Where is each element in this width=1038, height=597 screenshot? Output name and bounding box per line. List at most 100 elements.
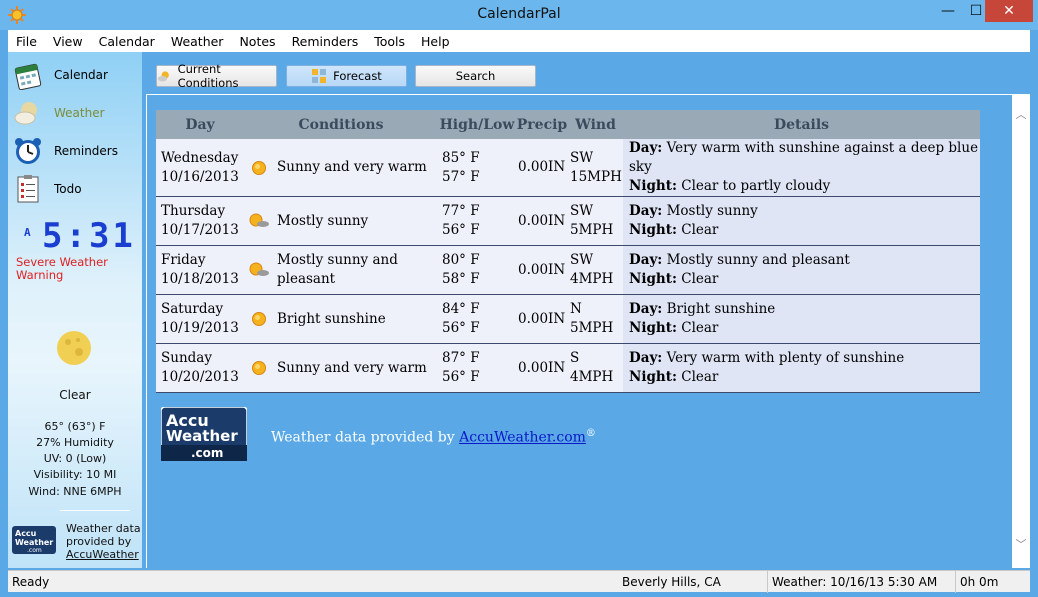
day-label: Day:: [629, 301, 663, 317]
cell-conditions: Mostly sunny and pleasant: [274, 245, 438, 295]
low-temp: 58° F: [442, 271, 480, 287]
header-conditions: Conditions: [244, 110, 438, 139]
sunny-icon: [244, 294, 274, 344]
clock-time: 5:31: [42, 216, 136, 256]
logo-text: .com: [191, 446, 223, 460]
partly-sunny-icon: [244, 245, 274, 295]
table-row: Saturday 10/19/2013 Bright sunshine 84° F 56…: [156, 294, 980, 344]
cell-conditions: Sunny and very warm: [274, 343, 438, 393]
toolbar: Current Conditions Forecast Search: [146, 52, 1030, 92]
cell-highlow: 85° F 57° F: [438, 139, 516, 197]
scroll-up-icon[interactable]: ︿: [1012, 106, 1030, 122]
day-date: 10/18/2013: [161, 271, 239, 287]
credit-line: Weather data: [66, 522, 141, 535]
menu-weather[interactable]: Weather: [163, 34, 232, 49]
scroll-down-icon[interactable]: ﹀: [1012, 536, 1030, 552]
sidebar-item-label: Todo: [54, 182, 82, 196]
status-ready: Ready: [12, 575, 50, 589]
day-name: Wednesday: [161, 149, 239, 166]
cell-highlow: 87° F 56° F: [438, 343, 516, 393]
cell-day: Friday 10/18/2013: [156, 245, 244, 295]
day-date: 10/17/2013: [161, 222, 239, 238]
night-label: Night:: [629, 320, 677, 336]
high-temp: 84° F: [442, 301, 480, 317]
menu-help[interactable]: Help: [413, 34, 458, 49]
day-name: Friday: [161, 252, 206, 268]
minimize-button[interactable]: —: [934, 0, 962, 22]
sidebar-item-calendar[interactable]: Calendar: [12, 58, 138, 92]
header-details: Details: [623, 110, 980, 139]
day-date: 10/19/2013: [161, 320, 239, 336]
current-humidity: 27% Humidity: [36, 436, 114, 449]
forecast-button[interactable]: Forecast: [286, 65, 407, 87]
sidebar-item-todo[interactable]: Todo: [12, 172, 138, 206]
menu-calendar[interactable]: Calendar: [91, 34, 163, 49]
cell-highlow: 80° F 58° F: [438, 245, 516, 295]
current-visibility: Visibility: 10 MI: [33, 468, 117, 481]
header-precip: Precip: [516, 110, 568, 139]
accuweather-link[interactable]: AccuWeather: [66, 548, 142, 561]
sidebar-item-reminders[interactable]: Reminders: [12, 134, 138, 168]
table-row: Sunday 10/20/2013 Sunny and very warm 87° F…: [156, 343, 980, 393]
wind-direction: S: [570, 350, 580, 366]
day-name: Thursday: [161, 203, 226, 219]
sidebar-item-label: Calendar: [54, 68, 108, 82]
sidebar-credit: Weather data provided by AccuWeather: [66, 522, 142, 561]
cell-day: Saturday 10/19/2013: [156, 294, 244, 344]
day-name: Saturday: [161, 301, 224, 317]
cell-day: Sunday 10/20/2013: [156, 343, 244, 393]
status-location: Beverly Hills, CA: [618, 571, 768, 593]
high-temp: 77° F: [442, 203, 480, 219]
sidebar-item-weather[interactable]: Weather: [12, 96, 138, 130]
low-temp: 56° F: [442, 320, 480, 336]
cell-details: Day: Bright sunshine Night: Clear: [623, 294, 980, 344]
cell-wind: SW 4MPH: [568, 245, 623, 295]
forecast-table: Day Conditions High/Low Precip Wind Deta…: [156, 110, 980, 393]
day-detail: Mostly sunny and pleasant: [666, 252, 850, 268]
wind-direction: SW: [570, 252, 594, 268]
day-detail: Mostly sunny: [666, 203, 758, 219]
vertical-scrollbar[interactable]: ︿ ﹀: [1012, 94, 1030, 568]
wind-speed: 5MPH: [570, 222, 614, 238]
day-detail: Bright sunshine: [666, 301, 776, 317]
cell-wind: S 4MPH: [568, 343, 623, 393]
cell-highlow: 84° F 56° F: [438, 294, 516, 344]
night-detail: Clear: [681, 320, 719, 336]
logo-text: Weather: [166, 427, 238, 445]
forecast-grid-icon: [312, 69, 327, 83]
cell-day: Wednesday 10/16/2013: [156, 139, 244, 197]
cell-conditions: Bright sunshine: [274, 294, 438, 344]
table-row: Wednesday 10/16/2013 Sunny and very warm 85…: [156, 139, 980, 197]
title-bar: CalendarPal — ☐ ✕: [0, 0, 1038, 30]
close-button[interactable]: ✕: [985, 0, 1033, 22]
cell-precip: 0.00IN: [516, 196, 568, 246]
menu-file[interactable]: File: [8, 34, 45, 49]
day-label: Day:: [629, 252, 663, 268]
search-button[interactable]: Search: [415, 65, 536, 87]
menu-tools[interactable]: Tools: [366, 34, 413, 49]
header-day: Day: [156, 110, 244, 139]
menu-view[interactable]: View: [45, 34, 91, 49]
wind-speed: 4MPH: [570, 369, 614, 385]
day-detail: Very warm with sunshine against a deep b…: [629, 140, 979, 175]
night-label: Night:: [629, 178, 677, 194]
wind-direction: N: [570, 301, 582, 317]
severe-weather-warning[interactable]: Severe Weather Warning: [16, 256, 136, 282]
night-label: Night:: [629, 271, 677, 287]
wind-speed: 5MPH: [570, 320, 614, 336]
accuweather-com-link[interactable]: AccuWeather.com: [459, 430, 586, 446]
menu-reminders[interactable]: Reminders: [284, 34, 367, 49]
cell-day: Thursday 10/17/2013: [156, 196, 244, 246]
day-date: 10/16/2013: [161, 168, 239, 185]
night-label: Night:: [629, 222, 677, 238]
alarm-clock-icon: [12, 135, 44, 167]
current-conditions-button[interactable]: Current Conditions: [156, 62, 277, 90]
moon-icon: [57, 331, 91, 365]
clock-ampm: A: [24, 226, 31, 239]
svg-text:Weather: Weather: [15, 538, 53, 547]
cell-conditions: Sunny and very warm: [274, 139, 438, 197]
day-label: Day:: [629, 203, 663, 219]
low-temp: 56° F: [442, 369, 480, 385]
menu-notes[interactable]: Notes: [231, 34, 283, 49]
partly-sunny-icon: [244, 196, 274, 246]
